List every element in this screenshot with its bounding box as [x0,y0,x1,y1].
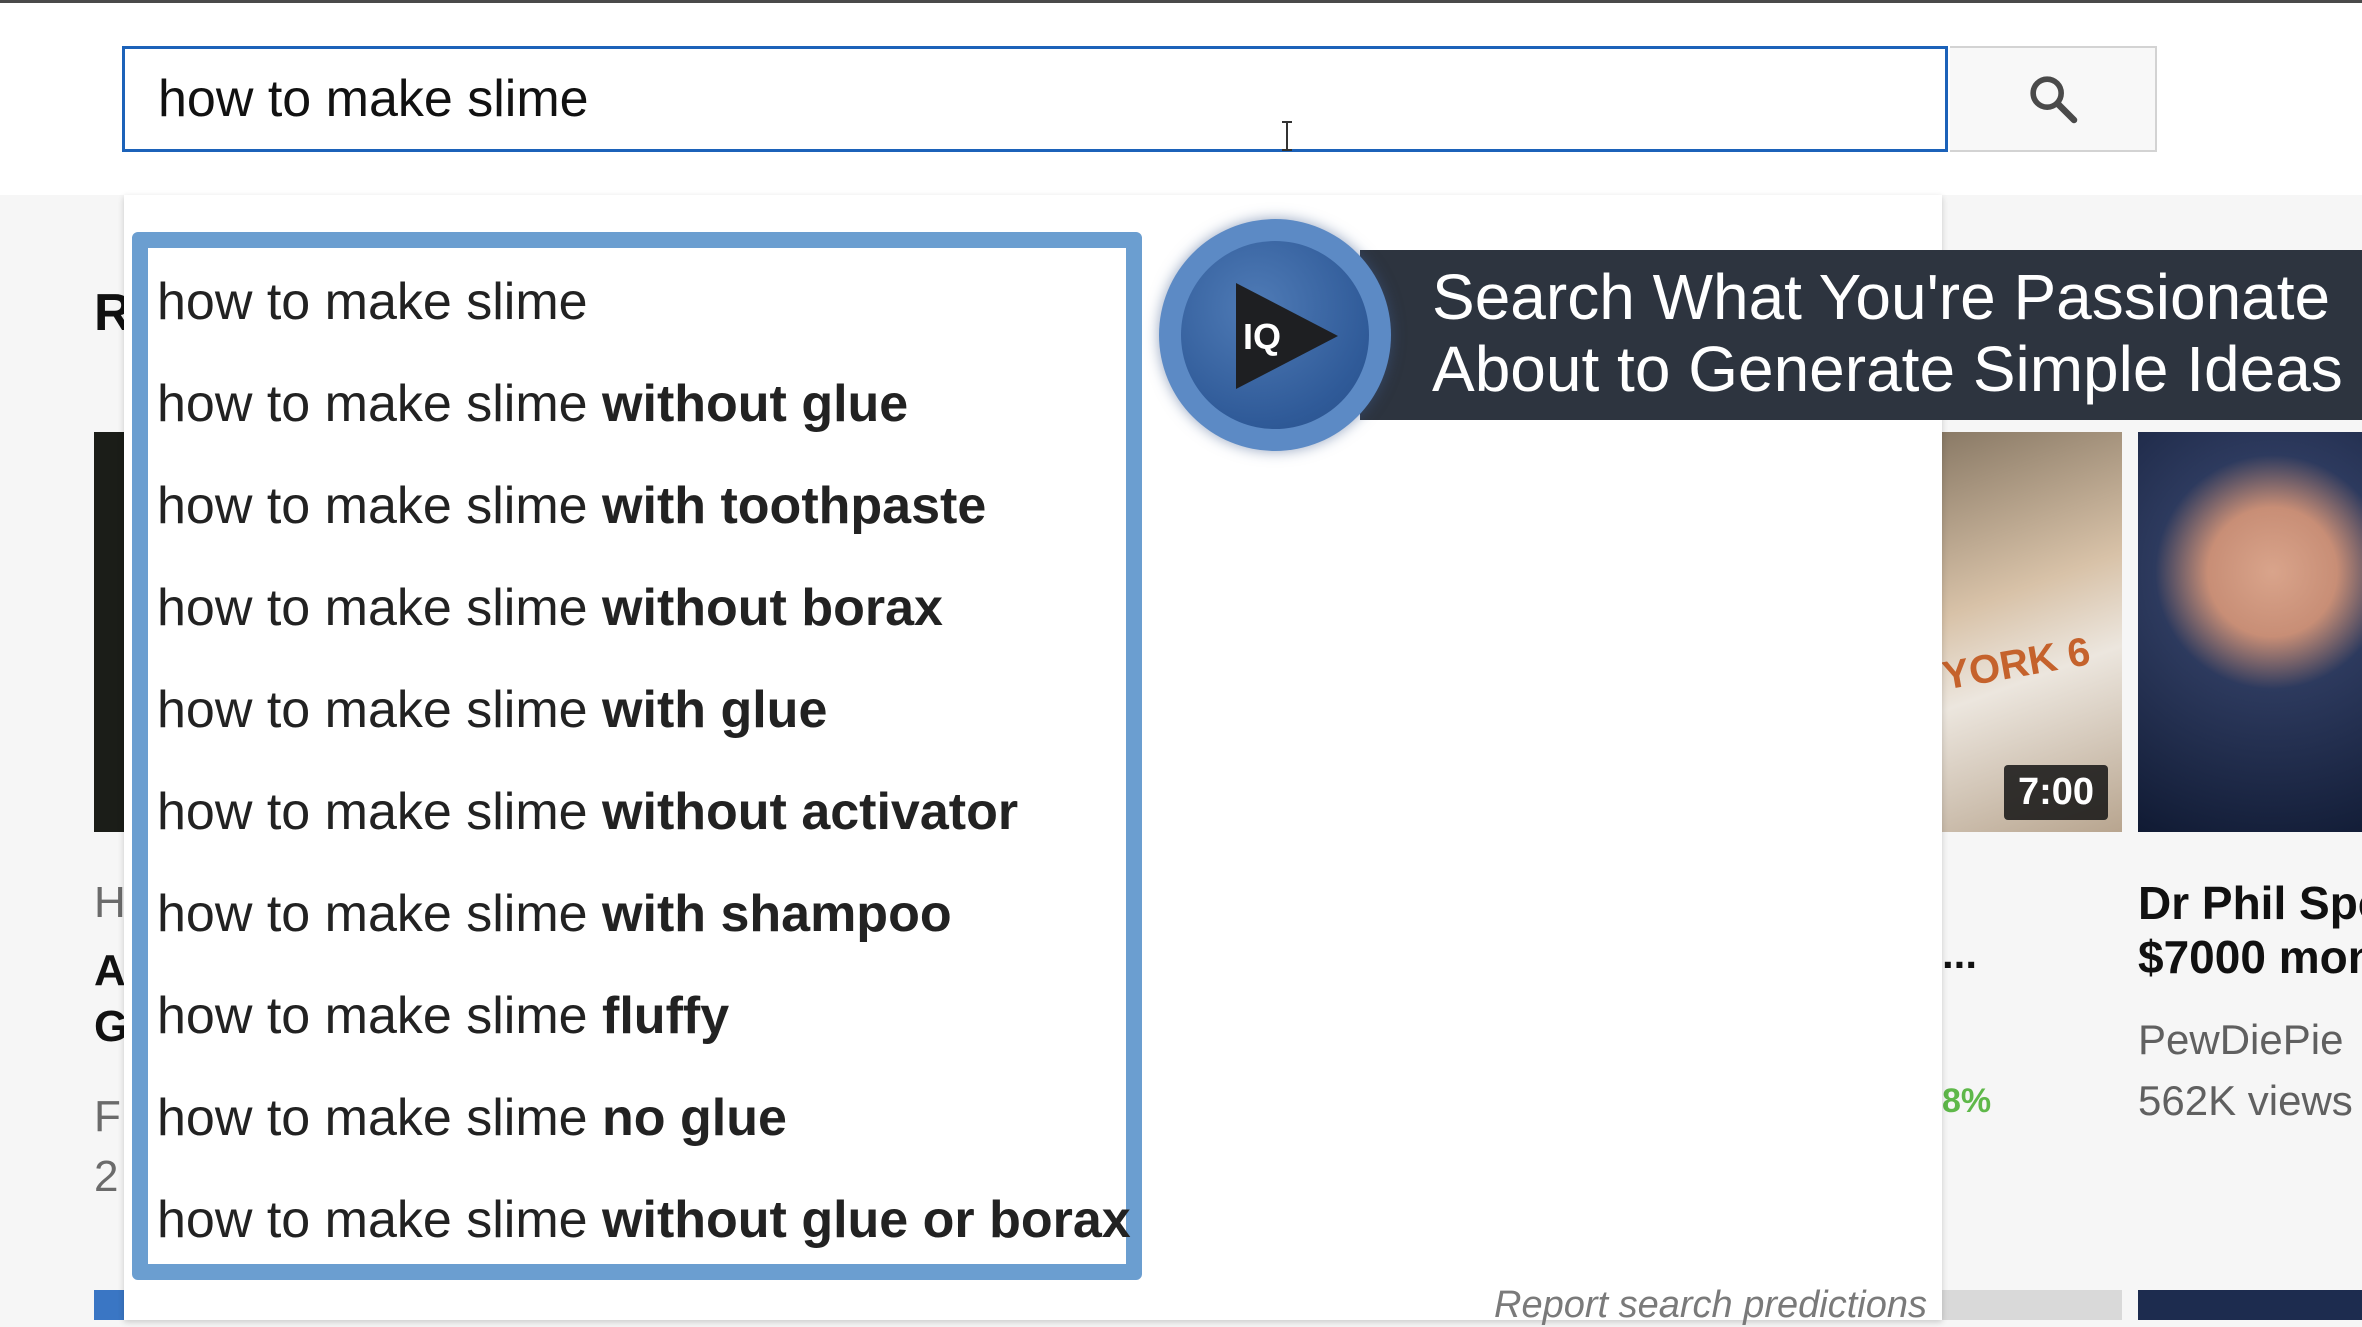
suggestion-item[interactable]: how to make slime without activator [157,782,1018,842]
promo-banner-line-2: About to Generate Simple Ideas [1432,333,2343,405]
channel-name[interactable]: PewDiePie [2138,1016,2343,1064]
text-cursor-icon [1282,121,1292,151]
suggestion-item[interactable]: how to make slime fluffy [157,986,729,1046]
video-thumbnail-bottom[interactable] [2138,1290,2362,1320]
suggestion-item[interactable]: how to make slime with shampoo [157,884,952,944]
suggestion-item[interactable]: how to make slime without glue or borax [157,1190,1131,1250]
left-channel-fragment: F [94,1092,121,1141]
report-search-predictions-link[interactable]: Report search predictions [1494,1284,1927,1327]
video-title-fragment: ... [1942,930,1978,977]
suggestion-item[interactable]: how to make slime with toothpaste [157,476,986,536]
suggestion-item[interactable]: how to make slime with glue [157,680,827,740]
stat-fragment: 8% [1942,1082,1992,1120]
suggestion-item[interactable]: how to make slime without glue [157,374,908,434]
magnifier-icon [2029,76,2077,124]
play-icon: IQ [1236,283,1338,389]
view-count: 562K views [2138,1077,2353,1124]
suggestion-item[interactable]: how to make slime without borax [157,578,943,638]
search-input[interactable] [122,46,1948,152]
video-title-right[interactable]: Dr Phil Spoi $7000 mon [2138,876,2362,984]
left-text-fragment: H [94,878,126,927]
video-thumbnail-bottom[interactable] [1942,1290,2122,1320]
promo-banner-line-1: Search What You're Passionate [1432,261,2331,333]
suggestion-item[interactable]: how to make slime [157,272,588,332]
left-views-fragment: 2 [94,1152,119,1201]
video-thumbnail-middle[interactable]: YORK 6 7:00 [1942,432,2122,832]
video-thumbnail-bottom[interactable] [94,1290,124,1320]
duration-badge: 7:00 [2003,765,2108,820]
video-thumbnail-right[interactable] [2138,432,2362,832]
suggestion-item[interactable]: how to make slime no glue [157,1088,787,1148]
jersey-text: YORK 6 [1942,629,2094,699]
left-title-fragment: A [94,946,126,995]
search-button[interactable] [1950,46,2157,152]
logo-text: IQ [1243,316,1281,357]
video-thumbnail-left[interactable] [94,432,126,832]
